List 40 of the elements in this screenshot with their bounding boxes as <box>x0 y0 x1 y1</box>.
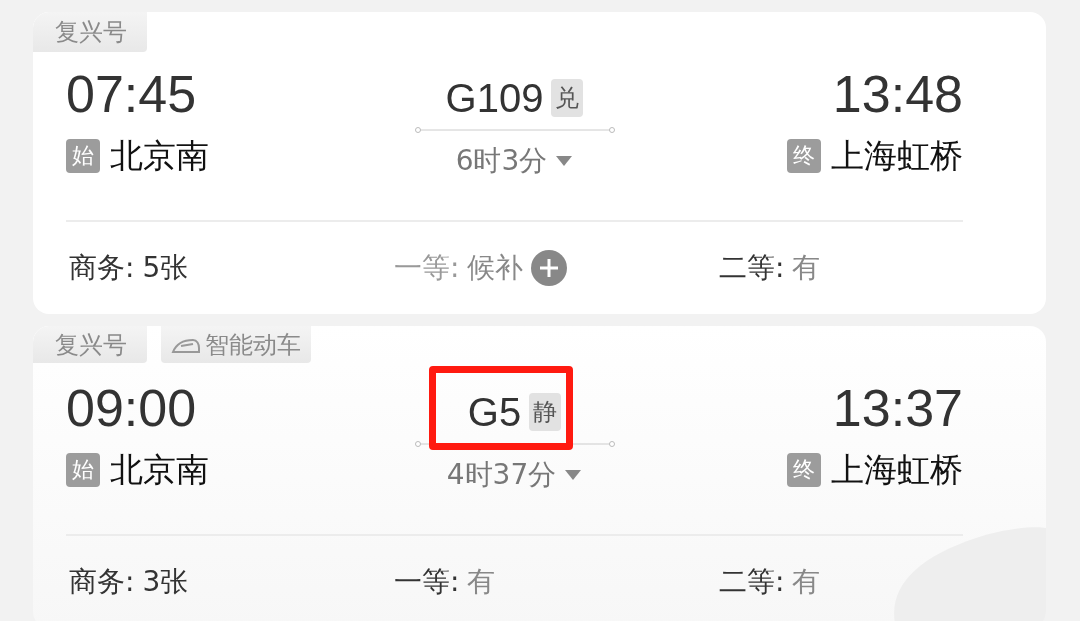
seat-class-label: 商务: <box>69 564 135 600</box>
seat-class-label: 二等: <box>719 250 785 286</box>
end-badge: 终 <box>787 453 821 487</box>
duration-dropdown[interactable]: 4时37分 <box>446 456 583 494</box>
plus-icon[interactable] <box>531 250 568 286</box>
seat-availability: 有 <box>792 250 821 286</box>
train-badge: 兑 <box>551 79 584 117</box>
duration-dropdown[interactable]: 6时3分 <box>455 142 574 180</box>
arrival-time: 13:48 <box>832 64 963 124</box>
departure-time: 09:00 <box>66 378 197 438</box>
duration: 6时3分 <box>455 143 548 179</box>
tag-label: 复兴号 <box>55 17 127 48</box>
arrival-station: 上海虹桥 <box>831 134 963 177</box>
train-card[interactable]: 复兴号 07:45 始 北京南 G109 兑 6时3分 13:48 终 上海虹桥 商务: 5张 一等: 候补 二等: 有 <box>33 12 1046 314</box>
start-badge: 始 <box>66 139 100 173</box>
tag-label: 智能动车 <box>205 329 301 361</box>
seat-class-label: 二等: <box>719 564 785 600</box>
seat-availability: 有 <box>792 564 821 600</box>
arrival-time: 13:37 <box>832 378 963 438</box>
train-number: G5 <box>467 389 522 435</box>
start-badge: 始 <box>66 453 100 487</box>
arrival-station: 上海虹桥 <box>831 448 963 491</box>
train-number: G109 <box>445 75 544 121</box>
seat-class-label: 一等: <box>394 250 460 286</box>
departure-time: 07:45 <box>66 64 197 124</box>
seat-class-label: 商务: <box>69 250 135 286</box>
seat-availability: 有 <box>467 564 496 600</box>
seat-availability: 5张 <box>142 250 189 286</box>
caret-icon <box>555 155 574 167</box>
train-badge: 静 <box>529 393 562 431</box>
train-card[interactable]: 复兴号 智能动车 09:00 始 北京南 G5 静 4时37分 13:37 终 上海虹桥 商务: 3张 一等: 有 二等: 有 <box>33 326 1046 621</box>
seat-class-label: 一等: <box>394 564 460 600</box>
departure-station: 北京南 <box>110 448 209 491</box>
end-badge: 终 <box>787 139 821 173</box>
seat-availability: 3张 <box>142 564 189 600</box>
seat-availability: 候补 <box>467 250 524 286</box>
tag-label: 复兴号 <box>55 329 127 361</box>
caret-icon <box>564 469 583 481</box>
departure-station: 北京南 <box>110 134 209 177</box>
duration: 4时37分 <box>446 457 557 493</box>
